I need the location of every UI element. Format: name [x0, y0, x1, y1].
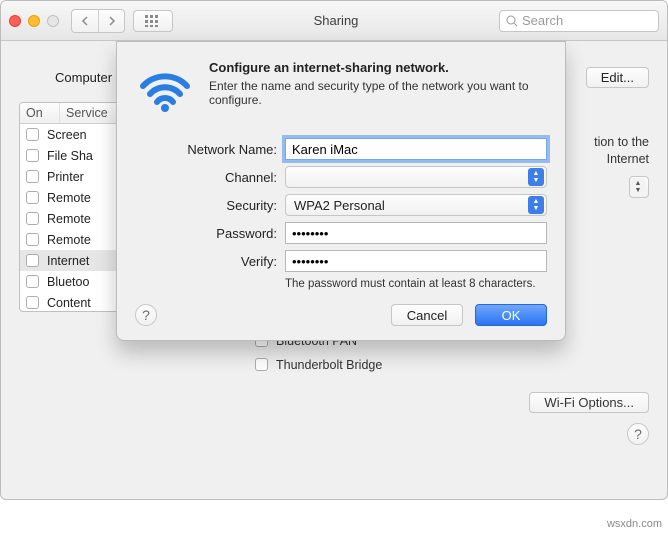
password-input[interactable] [285, 222, 547, 244]
service-label: File Sha [47, 149, 93, 163]
zoom-window-icon [47, 15, 59, 27]
label-password: Password: [135, 226, 285, 241]
port-row[interactable]: Thunderbolt Bridge [255, 354, 649, 376]
wifi-icon [135, 60, 195, 120]
label-security: Security: [135, 198, 285, 213]
channel-select[interactable]: ▲▼ [285, 166, 547, 188]
service-label: Bluetoo [47, 275, 89, 289]
label-channel: Channel: [135, 170, 285, 185]
service-label: Printer [47, 170, 84, 184]
help-icon[interactable]: ? [135, 304, 157, 326]
checkbox[interactable] [26, 254, 39, 267]
checkbox[interactable] [26, 275, 39, 288]
service-label: Remote [47, 233, 91, 247]
computer-name-label: Computer [55, 70, 112, 85]
titlebar: Sharing Search [1, 1, 667, 41]
help-icon[interactable]: ? [627, 423, 649, 445]
edit-button[interactable]: Edit... [586, 67, 649, 88]
label-network-name: Network Name: [135, 142, 285, 157]
service-label: Internet [47, 254, 89, 268]
search-icon [506, 15, 518, 27]
port-label: Thunderbolt Bridge [276, 358, 382, 372]
minimize-window-icon[interactable] [28, 15, 40, 27]
window-controls [9, 15, 59, 27]
preferences-window: Sharing Search Computer Edit... On Servi… [0, 0, 668, 500]
sheet-subtitle: Enter the name and security type of the … [209, 79, 547, 107]
cancel-button[interactable]: Cancel [391, 304, 463, 326]
nav-back-forward[interactable] [71, 9, 125, 33]
security-value: WPA2 Personal [294, 198, 385, 213]
checkbox[interactable] [26, 212, 39, 225]
col-on: On [20, 103, 60, 123]
chevron-right-icon[interactable] [98, 10, 124, 32]
network-name-input[interactable] [285, 138, 547, 160]
ok-button[interactable]: OK [475, 304, 547, 326]
wifi-options-button[interactable]: Wi-Fi Options... [529, 392, 649, 413]
updown-icon: ▲▼ [528, 196, 544, 214]
security-select[interactable]: WPA2 Personal ▲▼ [285, 194, 547, 216]
updown-icon: ▲▼ [528, 168, 544, 186]
checkbox[interactable] [26, 128, 39, 141]
checkbox[interactable] [26, 170, 39, 183]
watermark: wsxdn.com [607, 518, 662, 530]
show-all-button[interactable] [133, 10, 173, 32]
checkbox[interactable] [26, 296, 39, 309]
sheet-form: Network Name: Channel: ▲▼ Security: WPA2… [135, 138, 547, 290]
chevron-left-icon[interactable] [72, 10, 98, 32]
checkbox[interactable] [26, 149, 39, 162]
search-placeholder: Search [522, 13, 563, 28]
sheet-title: Configure an internet-sharing network. [209, 60, 547, 75]
col-service: Service [60, 103, 114, 123]
share-from-select[interactable]: ▲▼ [629, 176, 649, 198]
updown-icon: ▲▼ [630, 178, 646, 196]
wifi-config-sheet: Configure an internet-sharing network. E… [116, 41, 566, 341]
label-verify: Verify: [135, 254, 285, 269]
checkbox[interactable] [26, 191, 39, 204]
close-window-icon[interactable] [9, 15, 21, 27]
verify-input[interactable] [285, 250, 547, 272]
search-field[interactable]: Search [499, 10, 659, 32]
password-hint: The password must contain at least 8 cha… [285, 278, 547, 290]
desc-fragment: tion to the [594, 135, 649, 149]
service-label: Content [47, 296, 91, 310]
service-label: Remote [47, 191, 91, 205]
window-title: Sharing [181, 13, 491, 28]
desc-fragment: Internet [607, 152, 649, 166]
service-label: Remote [47, 212, 91, 226]
checkbox[interactable] [26, 233, 39, 246]
checkbox[interactable] [255, 358, 268, 371]
service-label: Screen [47, 128, 87, 142]
